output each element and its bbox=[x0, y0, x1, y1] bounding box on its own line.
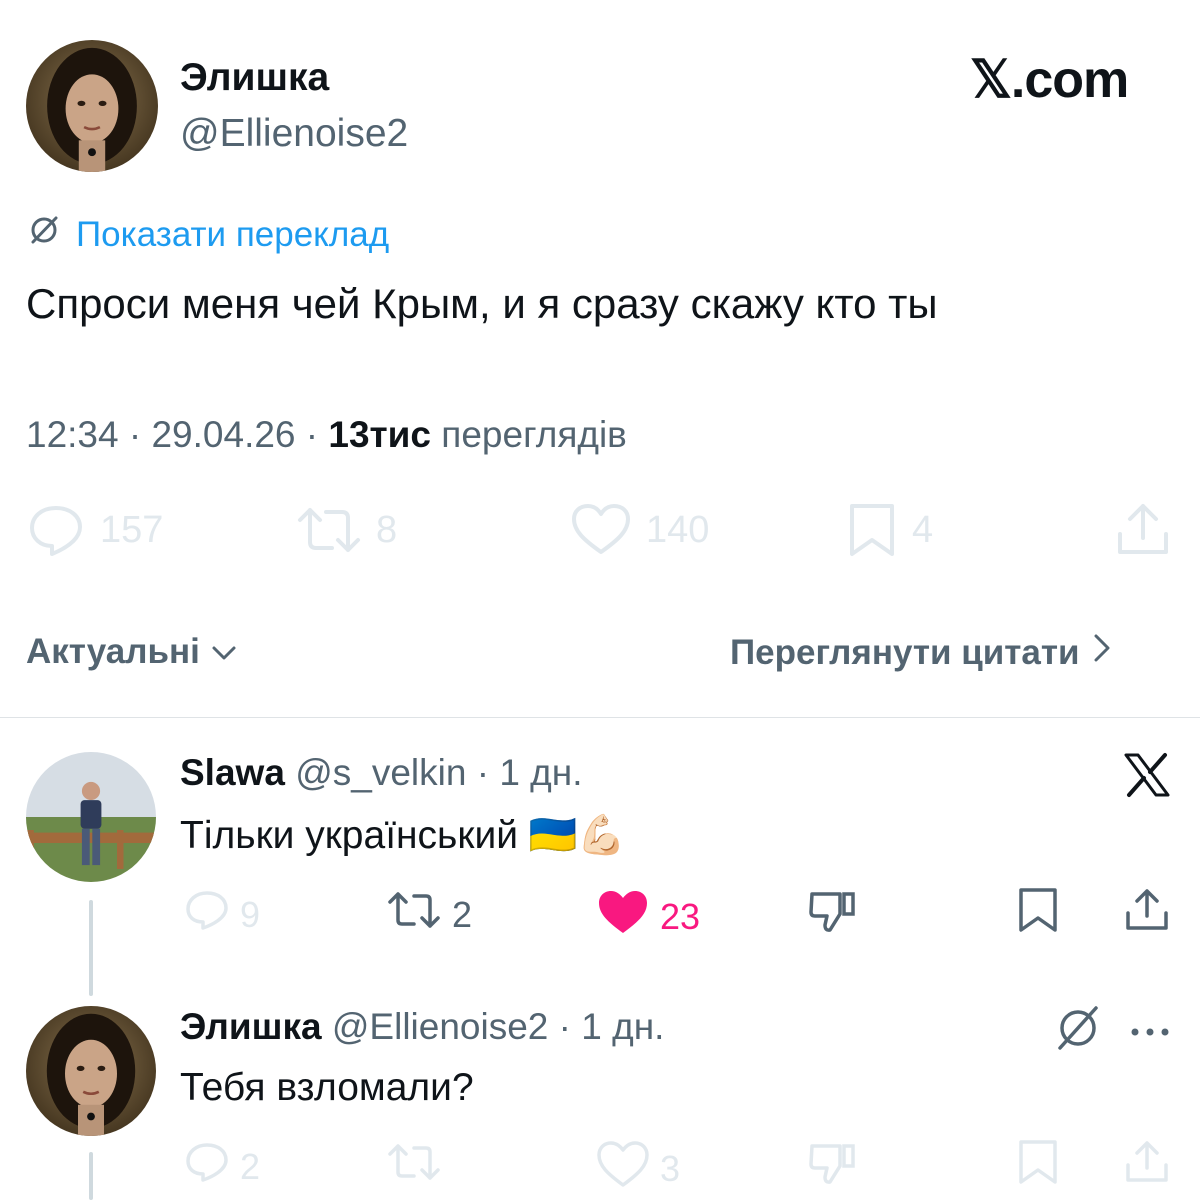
translate-icon[interactable] bbox=[1052, 1002, 1104, 1059]
views-label: переглядів bbox=[441, 414, 627, 455]
reply-bookmark-button[interactable] bbox=[1016, 1138, 1060, 1195]
reply-share-button[interactable] bbox=[1124, 1138, 1170, 1195]
reply-text: Тебя взломали? bbox=[180, 1066, 474, 1109]
reply-button[interactable]: 157 bbox=[26, 500, 163, 560]
share-icon bbox=[1124, 886, 1170, 943]
reply-reply-count: 2 bbox=[240, 1145, 261, 1187]
reply-icon bbox=[184, 888, 230, 941]
reply-age[interactable]: 1 дн. bbox=[581, 1006, 664, 1047]
reply-avatar[interactable] bbox=[26, 1006, 156, 1136]
reply-icon bbox=[184, 1140, 230, 1193]
bookmark-icon bbox=[846, 500, 898, 560]
author-handle[interactable]: @Ellienoise2 bbox=[180, 112, 408, 156]
share-button[interactable] bbox=[1114, 500, 1172, 560]
chevron-right-icon bbox=[1090, 632, 1114, 673]
bookmark-count: 4 bbox=[912, 508, 934, 551]
reply-author-name[interactable]: Элишка bbox=[180, 1006, 322, 1047]
reply-like-button[interactable]: 3 bbox=[596, 1140, 680, 1197]
repost-icon bbox=[296, 500, 362, 560]
reply-author-name[interactable]: Slawa bbox=[180, 752, 285, 793]
repost-icon bbox=[386, 1140, 442, 1193]
x-logo-icon bbox=[1122, 752, 1172, 803]
translate-icon bbox=[26, 212, 62, 257]
bookmark-button[interactable]: 4 bbox=[846, 500, 933, 560]
reply-repost-count: 2 bbox=[452, 893, 473, 935]
reply-repost-button[interactable]: 2 bbox=[386, 888, 472, 941]
reply-dislike-button[interactable] bbox=[806, 888, 858, 943]
reply-reply-button[interactable]: 2 bbox=[184, 1140, 260, 1193]
chevron-down-icon bbox=[210, 632, 238, 672]
more-options-icon[interactable] bbox=[1130, 1024, 1170, 1042]
reply-author-handle[interactable]: @s_velkin bbox=[295, 752, 466, 793]
like-count: 140 bbox=[646, 508, 710, 551]
repost-count: 8 bbox=[376, 508, 398, 551]
view-quotes-label: Переглянути цитати bbox=[730, 632, 1080, 672]
thread-line bbox=[89, 900, 93, 996]
thumbs-down-icon bbox=[806, 888, 858, 943]
share-icon bbox=[1114, 500, 1172, 560]
reply-repost-button[interactable] bbox=[386, 1140, 452, 1193]
reply-dislike-button[interactable] bbox=[806, 1140, 858, 1195]
reply-bookmark-button[interactable] bbox=[1016, 886, 1060, 943]
heart-filled-icon bbox=[596, 888, 650, 945]
reply-reply-button[interactable]: 9 bbox=[184, 888, 260, 941]
reply-age[interactable]: 1 дн. bbox=[499, 752, 582, 793]
reply-like-count: 23 bbox=[660, 895, 701, 937]
reply-like-count: 3 bbox=[660, 1147, 681, 1189]
tweet-meta: 12:34 · 29.04.26 · 13тис переглядів bbox=[26, 414, 627, 455]
thread-line bbox=[89, 1152, 93, 1200]
reply-text: Тільки український 🇺🇦💪🏻 bbox=[180, 814, 626, 857]
views-count: 13тис bbox=[328, 414, 432, 455]
sort-label: Актуальні bbox=[26, 632, 200, 671]
reply-header: Элишка @Ellienoise2 · 1 дн. bbox=[180, 1006, 665, 1047]
heart-icon bbox=[596, 1140, 650, 1197]
view-quotes-link[interactable]: Переглянути цитати bbox=[730, 632, 1114, 673]
tweet-time[interactable]: 12:34 bbox=[26, 414, 119, 455]
repost-icon bbox=[386, 888, 442, 941]
reply-author-handle[interactable]: @Ellienoise2 bbox=[332, 1006, 549, 1047]
bookmark-icon bbox=[1016, 886, 1060, 943]
reply-share-button[interactable] bbox=[1124, 886, 1170, 943]
repost-button[interactable]: 8 bbox=[296, 500, 397, 560]
reply-count: 157 bbox=[100, 508, 164, 551]
heart-icon bbox=[570, 500, 632, 560]
show-translation-link[interactable]: Показати переклад bbox=[26, 212, 389, 257]
share-icon bbox=[1124, 1138, 1170, 1195]
thumbs-down-icon bbox=[806, 1140, 858, 1195]
reply-header: Slawa @s_velkin · 1 дн. bbox=[180, 752, 583, 793]
author-avatar[interactable] bbox=[26, 40, 158, 172]
reply-like-button[interactable]: 23 bbox=[596, 888, 700, 945]
like-button[interactable]: 140 bbox=[570, 500, 709, 560]
tweet-date[interactable]: 29.04.26 bbox=[151, 414, 295, 455]
brand-watermark: 𝕏.com bbox=[970, 51, 1129, 109]
tweet-text: Спроси меня чей Крым, и я сразу скажу кт… bbox=[26, 280, 938, 327]
reply-icon bbox=[26, 500, 86, 560]
bookmark-icon bbox=[1016, 1138, 1060, 1195]
author-name[interactable]: Элишка bbox=[180, 56, 329, 100]
sort-dropdown[interactable]: Актуальні bbox=[26, 632, 238, 672]
reply-avatar[interactable] bbox=[26, 752, 156, 882]
show-translation-label: Показати переклад bbox=[76, 214, 390, 254]
section-divider bbox=[0, 717, 1200, 718]
reply-reply-count: 9 bbox=[240, 893, 261, 935]
